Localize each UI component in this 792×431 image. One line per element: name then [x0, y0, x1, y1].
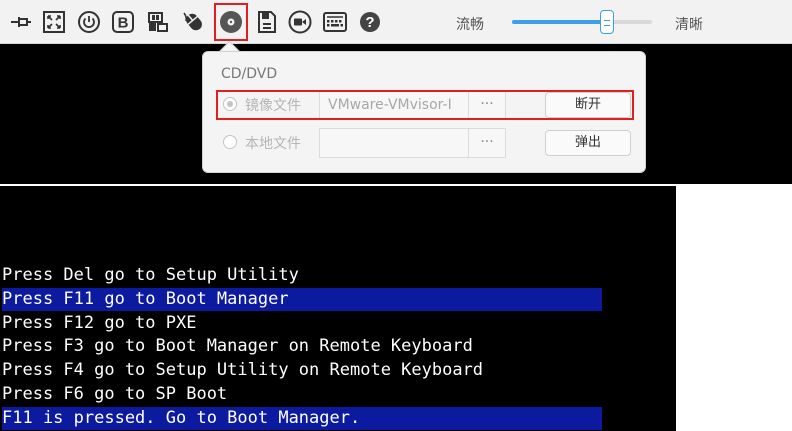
- boot-b-icon[interactable]: B: [110, 9, 136, 35]
- power-icon[interactable]: [76, 9, 102, 35]
- console-line-highlighted: Press F11 go to Boot Manager: [2, 287, 602, 311]
- quality-clear-label: 清晰: [675, 17, 703, 33]
- console-line-highlighted: F11 is pressed. Go to Boot Manager.: [2, 406, 602, 430]
- mouse-icon[interactable]: [181, 9, 207, 35]
- vm-toolbar: B ? 流畅 清晰: [0, 0, 792, 44]
- quality-slider[interactable]: [512, 10, 652, 34]
- cd-dvd-highlight-box: [214, 3, 248, 41]
- console-line: Press F12 go to PXE: [2, 312, 197, 333]
- image-row-highlight-box: [216, 90, 634, 120]
- console-line: Press F6 go to SP Boot: [2, 384, 228, 404]
- remote-console: Press Del go to Setup Utility Press F11 g…: [0, 186, 676, 431]
- fullscreen-icon[interactable]: [41, 9, 67, 35]
- popup-title: CD/DVD: [221, 66, 278, 82]
- help-icon[interactable]: ?: [357, 9, 383, 35]
- local-file-label: 本地文件: [245, 136, 301, 152]
- svg-text:?: ?: [365, 14, 374, 31]
- svg-text:B: B: [118, 15, 129, 32]
- pin-icon[interactable]: [8, 9, 34, 35]
- quality-smooth-label: 流畅: [456, 17, 484, 33]
- console-line: Press F3 go to Boot Manager on Remote Ke…: [2, 336, 473, 357]
- keyboard-icon[interactable]: [322, 9, 348, 35]
- record-icon[interactable]: [287, 9, 313, 35]
- local-file-radio[interactable]: [223, 135, 237, 149]
- eject-button[interactable]: 弹出: [545, 130, 631, 156]
- quality-slider-thumb[interactable]: [600, 10, 615, 34]
- console-line: Press F4 go to Setup Utility on Remote K…: [2, 360, 484, 381]
- media-library-icon[interactable]: [145, 9, 171, 35]
- quality-slider-fill: [512, 20, 608, 24]
- local-path-field[interactable]: [319, 128, 469, 158]
- local-browse-button[interactable]: ···: [468, 128, 506, 158]
- floppy-icon[interactable]: [254, 9, 280, 35]
- console-line: Press Del go to Setup Utility: [2, 265, 299, 285]
